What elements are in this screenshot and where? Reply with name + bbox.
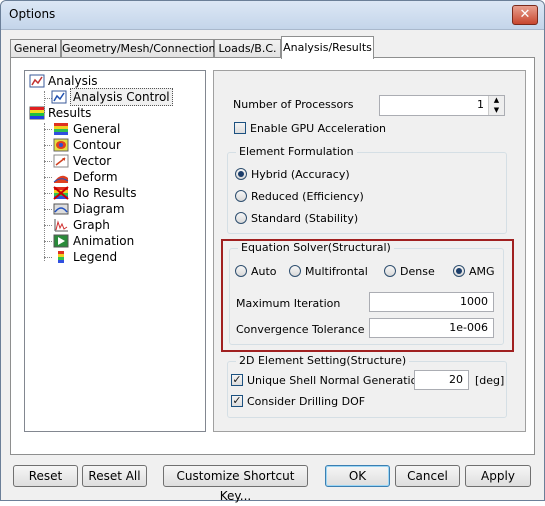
legend-icon xyxy=(53,250,69,264)
radio-amg[interactable] xyxy=(453,265,465,277)
tree-line xyxy=(44,209,52,210)
diagram-icon xyxy=(53,202,69,216)
tree-line xyxy=(44,161,52,162)
tree-item-label: Legend xyxy=(73,250,118,264)
radio-dense-label: Dense xyxy=(400,265,435,278)
radio-auto-label: Auto xyxy=(251,265,277,278)
results-icon xyxy=(29,106,45,120)
max-iteration-label: Maximum Iteration xyxy=(236,297,341,310)
radio-reduced[interactable] xyxy=(235,190,247,202)
tree-item-label: Animation xyxy=(73,234,135,248)
tab-analysis-results[interactable]: Analysis/Results xyxy=(281,36,374,59)
contour-icon xyxy=(53,138,69,152)
customize-shortcut-button[interactable]: Customize Shortcut Key... xyxy=(163,465,308,503)
convergence-tolerance-label: Convergence Tolerance xyxy=(236,323,365,336)
radio-multifrontal[interactable] xyxy=(289,265,301,277)
cancel-button[interactable]: Cancel xyxy=(395,465,460,487)
radio-hybrid[interactable] xyxy=(235,168,247,180)
tree-item-label: Diagram xyxy=(73,202,125,216)
max-iteration-field[interactable]: 1000 xyxy=(369,292,494,312)
unique-shell-field[interactable]: 20 xyxy=(414,370,469,390)
tree-item-label: No Results xyxy=(73,186,137,200)
radio-auto[interactable] xyxy=(235,265,247,277)
animation-icon xyxy=(53,234,69,248)
radio-amg-label: AMG xyxy=(469,265,495,278)
no-results-icon xyxy=(53,186,69,200)
radio-standard-label: Standard (Stability) xyxy=(251,212,359,225)
unique-shell-unit: [deg] xyxy=(475,374,505,387)
general-icon xyxy=(53,122,69,136)
tree-item-label: Contour xyxy=(73,138,121,152)
gpu-label: Enable GPU Acceleration xyxy=(250,122,387,135)
tree-line xyxy=(44,129,52,130)
close-button[interactable]: ✕ xyxy=(512,5,538,25)
radio-reduced-label: Reduced (Efficiency) xyxy=(251,190,364,203)
graph-icon xyxy=(53,218,69,232)
analysis-icon xyxy=(29,74,45,88)
radio-standard[interactable] xyxy=(235,212,247,224)
unique-shell-label: Unique Shell Normal Generation xyxy=(247,374,425,387)
vector-icon xyxy=(53,154,69,168)
drilling-dof-checkbox[interactable]: ✓ xyxy=(231,395,243,407)
tree-line xyxy=(44,241,52,242)
tree-item-label: Deform xyxy=(73,170,118,184)
element-formulation-title: Element Formulation xyxy=(236,145,357,158)
tree-item-label: Graph xyxy=(73,218,110,232)
window-title: Options xyxy=(9,7,56,21)
reset-all-button[interactable]: Reset All xyxy=(82,465,147,487)
tree-item-label: General xyxy=(73,122,121,136)
tab-geometry-mesh-connections[interactable]: Geometry/Mesh/Connections xyxy=(61,39,221,58)
radio-hybrid-label: Hybrid (Accuracy) xyxy=(251,168,350,181)
gpu-checkbox[interactable] xyxy=(234,122,246,134)
equation-solver-title: Equation Solver(Structural) xyxy=(238,241,394,254)
drilling-dof-label: Consider Drilling DOF xyxy=(247,395,366,408)
convergence-tolerance-field[interactable]: 1e-006 xyxy=(369,318,494,338)
num-processors-spinner[interactable]: 1 ▲ ▼ xyxy=(379,95,505,116)
radio-multifrontal-label: Multifrontal xyxy=(305,265,368,278)
tree-line xyxy=(44,145,52,146)
tree-item-label: Analysis Control xyxy=(70,88,173,106)
tree-line xyxy=(44,225,52,226)
num-processors-value: 1 xyxy=(477,98,484,111)
tab-general[interactable]: General xyxy=(10,39,61,58)
unique-shell-checkbox[interactable]: ✓ xyxy=(231,374,243,386)
radio-dense[interactable] xyxy=(384,265,396,277)
tree-item-label: Results xyxy=(48,106,92,120)
tab-loads-bc[interactable]: Loads/B.C. xyxy=(214,39,281,58)
tree-item-label: Vector xyxy=(73,154,112,168)
tree-line xyxy=(44,257,52,258)
deform-icon xyxy=(53,170,69,184)
analysis-control-icon xyxy=(51,90,67,104)
reset-button[interactable]: Reset xyxy=(13,465,78,487)
ok-button[interactable]: OK xyxy=(325,465,390,487)
tree-item-label: Analysis xyxy=(48,74,98,88)
element-2d-title: 2D Element Setting(Structure) xyxy=(236,354,410,367)
apply-button[interactable]: Apply xyxy=(465,465,531,487)
num-processors-label: Number of Processors xyxy=(233,98,354,111)
spin-down-icon[interactable]: ▼ xyxy=(488,105,504,115)
title-bar[interactable]: Options ✕ xyxy=(1,1,544,30)
tree-line xyxy=(44,193,52,194)
category-tree[interactable]: Analysis Analysis Control Results Genera… xyxy=(24,70,206,432)
tree-line xyxy=(44,177,52,178)
